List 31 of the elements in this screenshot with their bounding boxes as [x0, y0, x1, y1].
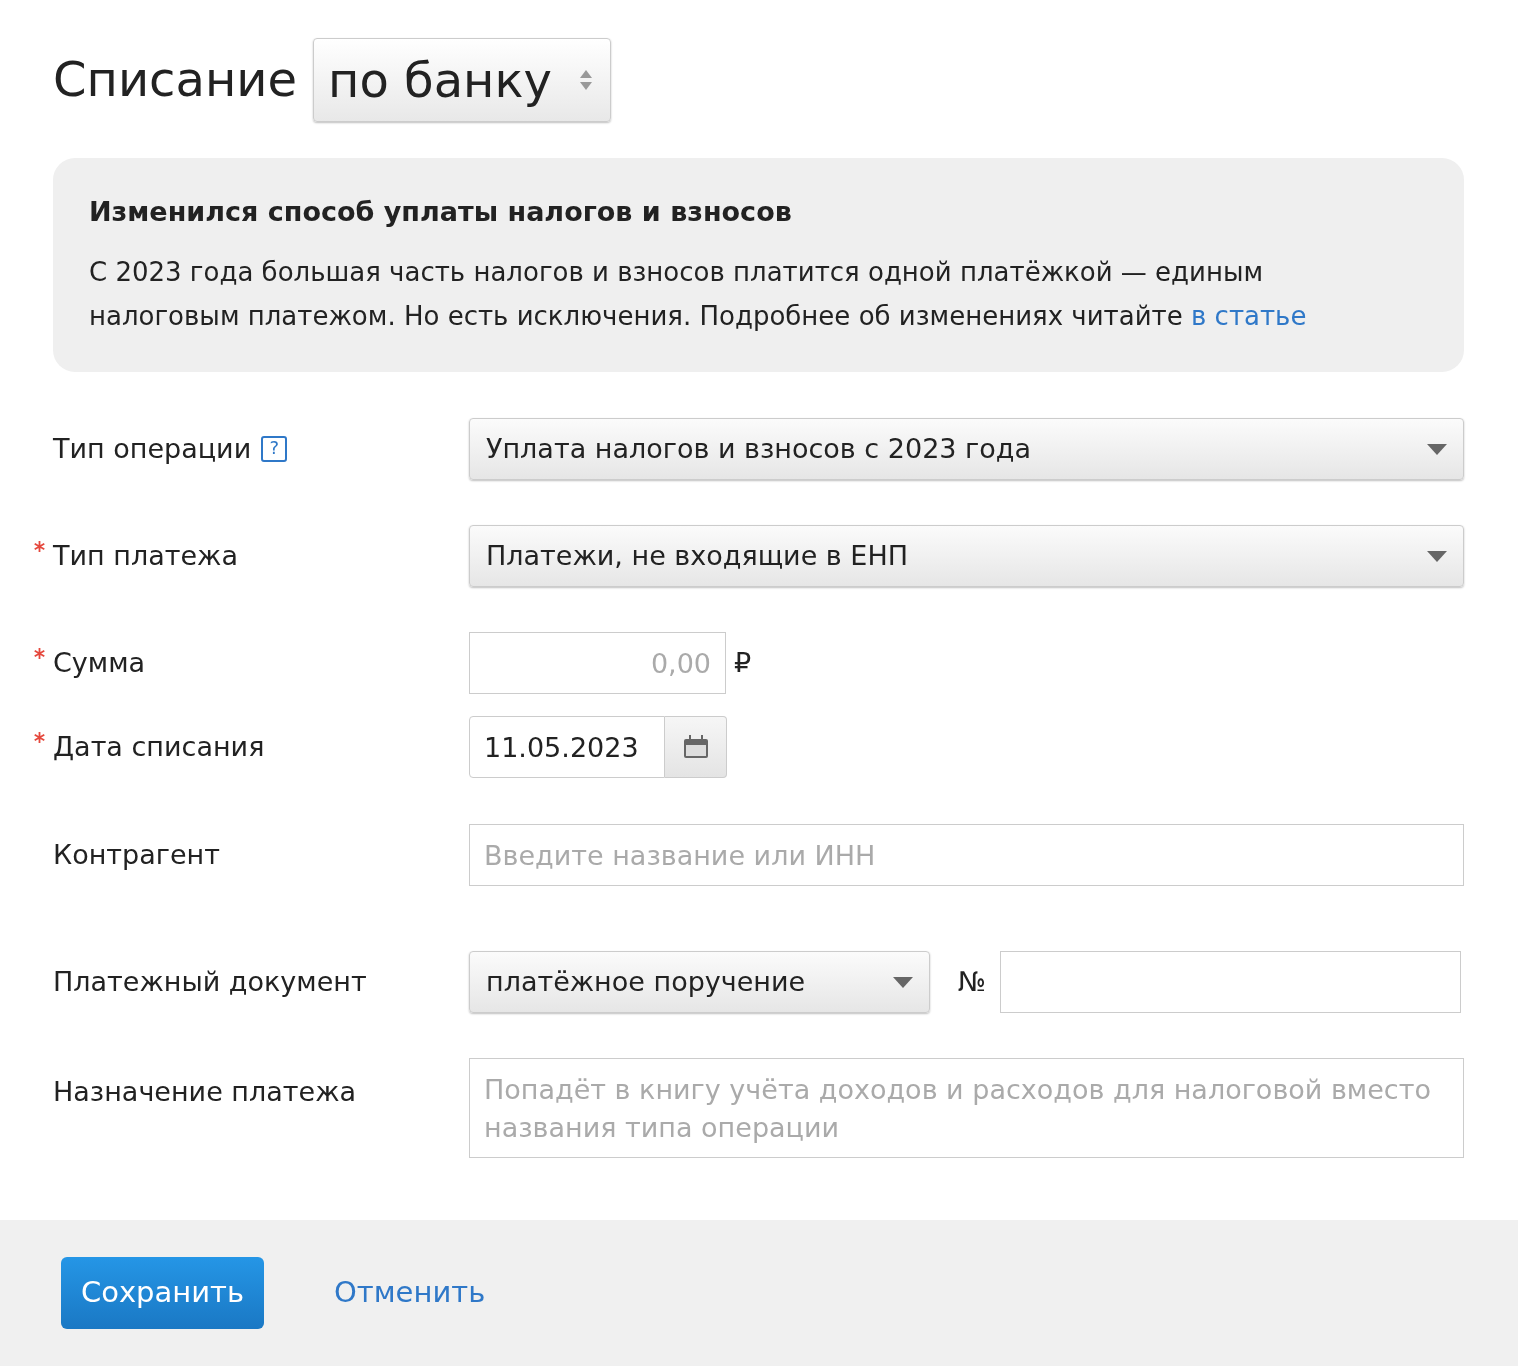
cancel-link[interactable]: Отменить: [334, 1271, 486, 1315]
purpose-field[interactable]: Попадёт в книгу учёта доходов и расходов для налоговой вместо названия типа операции: [469, 1058, 1464, 1159]
save-button[interactable]: Сохранить: [61, 1257, 264, 1329]
calendar-icon: [682, 735, 709, 760]
date-field[interactable]: 11.05.2023: [469, 716, 665, 779]
field-label: Тип операции: [53, 432, 252, 467]
select-field[interactable]: Уплата налогов и взносов с 2023 года: [469, 418, 1464, 481]
select-field[interactable]: Платежи, не входящие в ЕНП: [469, 525, 1464, 588]
field-label: Контрагент: [53, 838, 220, 873]
field-label: Назначение платежа: [53, 1075, 357, 1110]
notice-title: Изменился способ уплаты налогов и взносов: [89, 196, 793, 229]
calendar-button[interactable]: [665, 716, 727, 779]
counterparty-field[interactable]: Введите название или ИНН: [469, 824, 1464, 887]
number-field[interactable]: [1000, 951, 1462, 1014]
article-link[interactable]: в статье: [1191, 301, 1307, 332]
caret-icon: [1427, 550, 1447, 562]
number-label: №: [958, 965, 987, 1000]
field-label: Платежный документ: [53, 965, 367, 1000]
document-select[interactable]: платёжное поручение: [469, 951, 930, 1014]
page-title: Списание: [53, 51, 297, 109]
caret-icon: [893, 976, 913, 988]
sort-arrows-icon: [579, 69, 592, 91]
notice-text: С 2023 года большая часть налогов и взносов платится одной платёжкой — единым налоговым платежом. Но есть исключения. Подробнее об изменениях читайте в статье: [89, 256, 1308, 334]
field-label: Тип платежа: [53, 539, 238, 574]
field-label: Сумма: [53, 646, 146, 681]
amount-field[interactable]: 0,00: [469, 632, 726, 695]
mode-select[interactable]: по банку: [313, 38, 611, 122]
field-label: Дата списания: [53, 730, 265, 765]
currency-label: ₽: [734, 646, 752, 681]
caret-icon: [1427, 443, 1447, 455]
help-icon[interactable]: ?: [261, 436, 288, 463]
